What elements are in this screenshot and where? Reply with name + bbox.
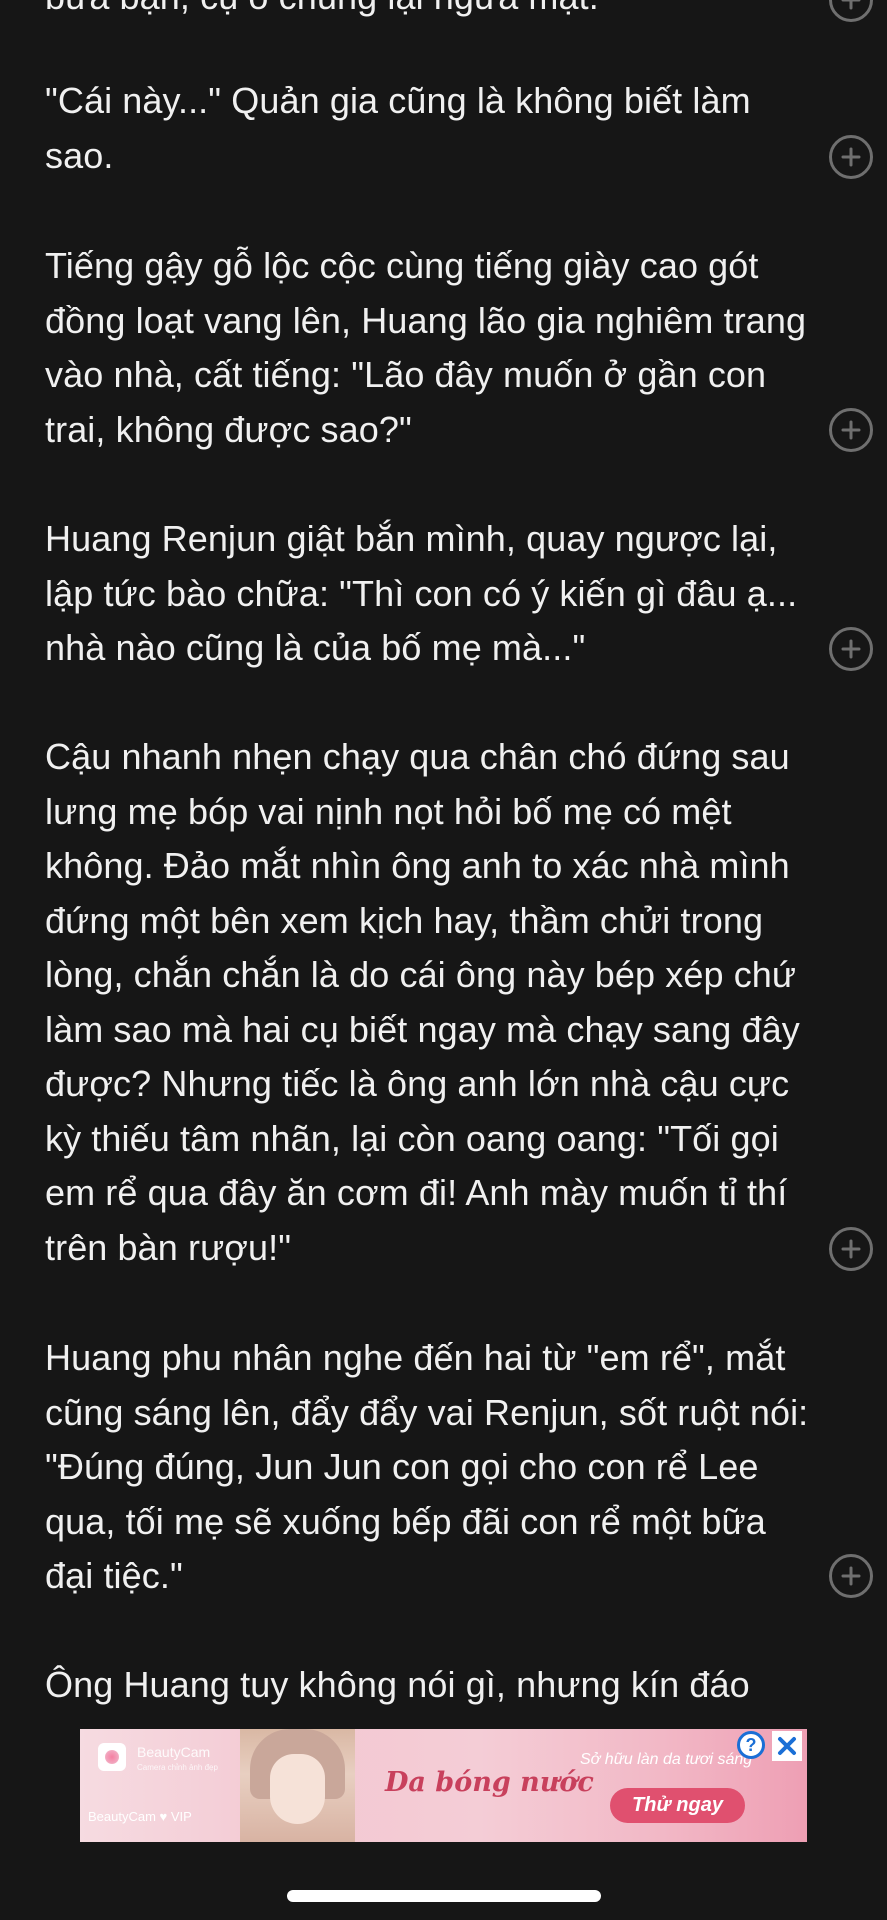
close-icon (778, 1737, 796, 1755)
plus-circle-icon (841, 147, 861, 167)
paragraph-comment-button[interactable] (829, 408, 873, 452)
ad-brand-sub: Camera chỉnh ảnh đẹp (137, 1763, 218, 1772)
paragraph-comment-button[interactable] (829, 1554, 873, 1598)
paragraph-text: Cậu nhanh nhẹn chạy qua chân chó đứng sa… (45, 736, 800, 1268)
home-indicator[interactable] (287, 1890, 601, 1902)
paragraph-2: "Cái này..." Quản gia cũng là không biết… (45, 74, 825, 183)
paragraph-comment-button[interactable] (829, 0, 873, 22)
ad-headline: Da bóng nước (385, 1767, 594, 1798)
ad-cta-button[interactable]: Thử ngay (610, 1788, 745, 1823)
paragraph-6: Huang phu nhân nghe đến hai từ "em rể", … (45, 1331, 825, 1604)
paragraph-1: bữa bận, cụ ổ chúng lại ngửa mặt. (45, 0, 825, 25)
plus-circle-icon (841, 420, 861, 440)
plus-circle-icon (841, 0, 861, 10)
paragraph-comment-button[interactable] (829, 1227, 873, 1271)
reader-page: bữa bận, cụ ổ chúng lại ngửa mặt. "Cái n… (0, 0, 887, 1920)
ad-close-button[interactable] (772, 1731, 802, 1761)
paragraph-comment-button[interactable] (829, 627, 873, 671)
ad-tagline: Sở hữu làn da tươi sáng (580, 1751, 753, 1768)
paragraph-text: bữa bận, cụ ổ chúng lại ngửa mặt. (45, 0, 825, 25)
paragraph-text: Ông Huang tuy không nói gì, nhưng kín đá… (45, 1664, 750, 1705)
ad-vip-label: BeautyCam ♥ VIP (88, 1809, 192, 1824)
paragraph-text: Tiếng gậy gỗ lộc cộc cùng tiếng giày cao… (45, 245, 807, 450)
plus-circle-icon (841, 639, 861, 659)
paragraph-5: Cậu nhanh nhẹn chạy qua chân chó đứng sa… (45, 730, 825, 1275)
plus-circle-icon (841, 1566, 861, 1586)
paragraph-3: Tiếng gậy gỗ lộc cộc cùng tiếng giày cao… (45, 239, 825, 457)
ad-info-button[interactable]: ? (737, 1731, 765, 1759)
paragraph-comment-button[interactable] (829, 135, 873, 179)
ad-brand: BeautyCam (137, 1744, 211, 1760)
paragraph-text: Huang Renjun giật bắn mình, quay ngược l… (45, 518, 798, 668)
paragraph-text: "Cái này..." Quản gia cũng là không biết… (45, 80, 751, 176)
paragraph-4: Huang Renjun giật bắn mình, quay ngược l… (45, 512, 825, 676)
paragraph-7: Ông Huang tuy không nói gì, nhưng kín đá… (45, 1658, 825, 1713)
ad-model-image (240, 1729, 355, 1842)
beautycam-logo-icon (98, 1743, 126, 1771)
plus-circle-icon (841, 1239, 861, 1259)
ad-banner[interactable]: BeautyCam Camera chỉnh ảnh đẹp BeautyCam… (80, 1729, 807, 1842)
paragraph-text: Huang phu nhân nghe đến hai từ "em rể", … (45, 1337, 809, 1596)
